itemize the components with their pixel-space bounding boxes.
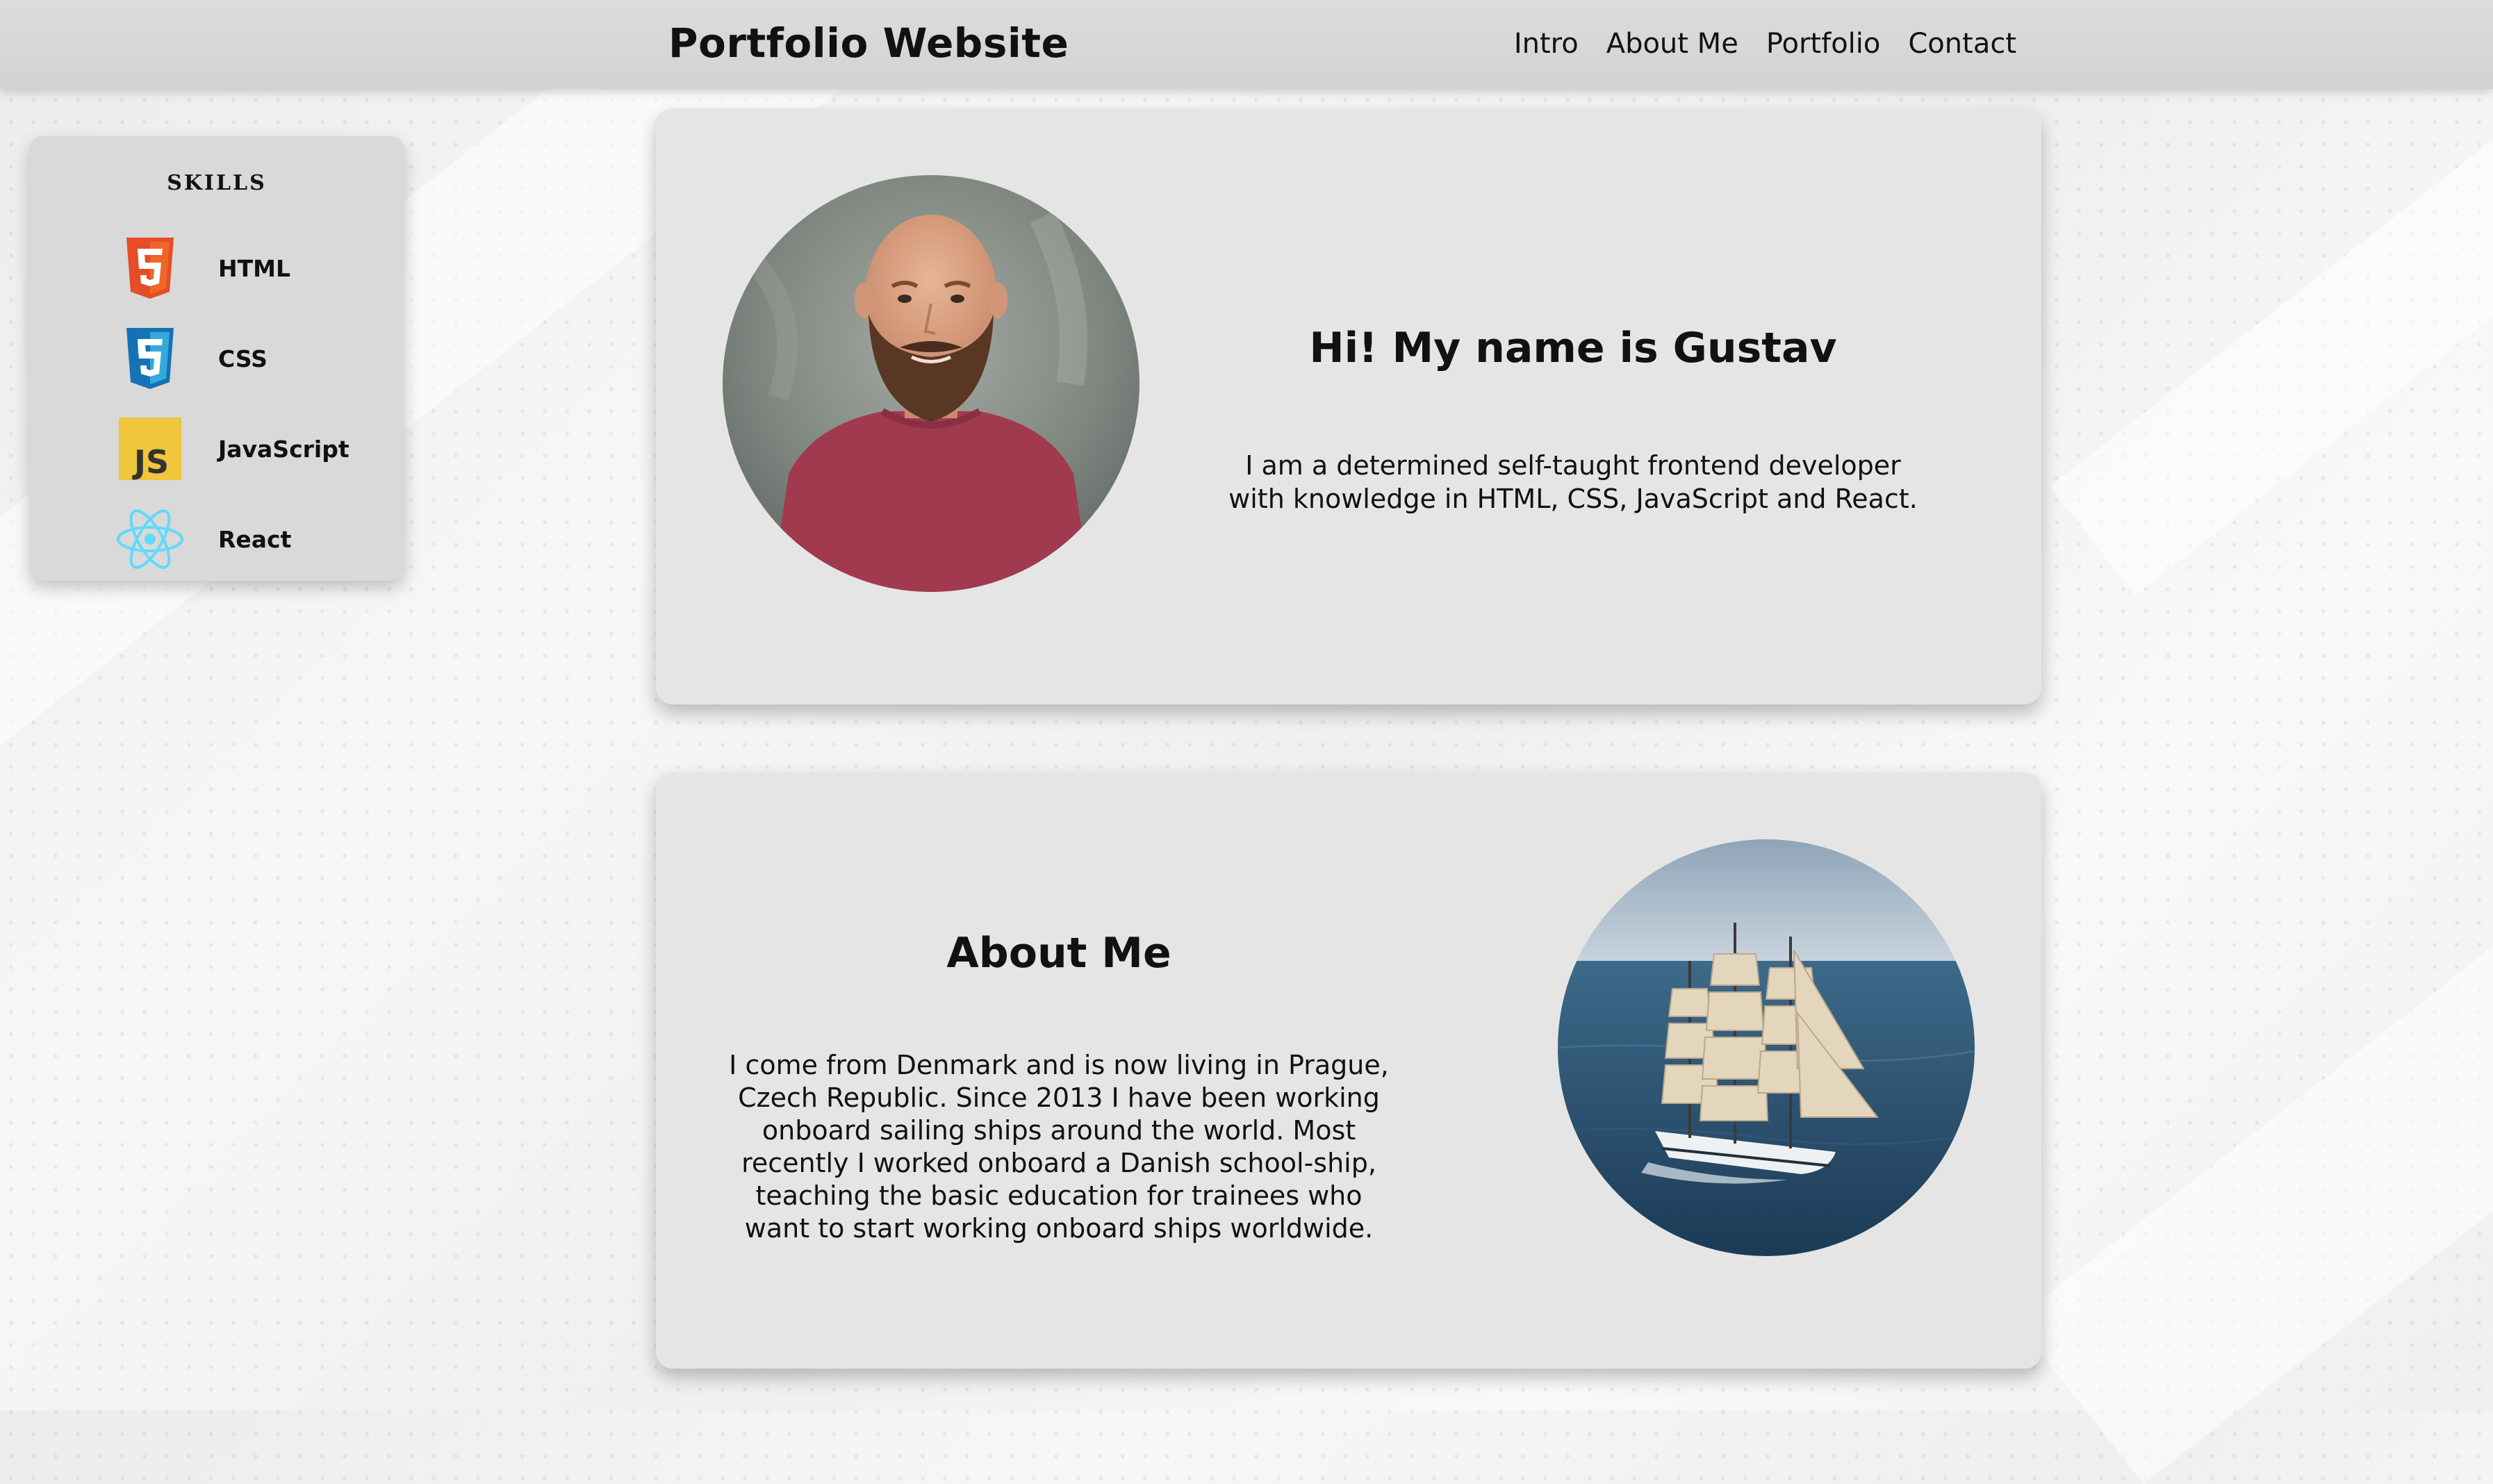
- html5-icon: [115, 233, 185, 303]
- skill-label-html: HTML: [218, 254, 290, 282]
- svg-text:JS: JS: [132, 443, 169, 480]
- skill-item-css: CSS: [115, 324, 268, 393]
- about-text: I come from Denmark and is now living in…: [729, 1050, 1389, 1244]
- skill-label-javascript: JavaScript: [218, 435, 349, 463]
- intro-text: I am a determined self-taught frontend d…: [1228, 450, 1918, 514]
- profile-photo: [723, 175, 1139, 592]
- nav-contact-link[interactable]: Contact: [1908, 28, 2016, 60]
- intro-heading: Hi! My name is Gustav: [1309, 324, 1837, 373]
- background-streak: [2050, 0, 2493, 596]
- skill-item-react: React: [115, 504, 291, 574]
- nav-about-link[interactable]: About Me: [1606, 28, 1738, 60]
- skills-panel: SKILLS HTML CSS JS JavaScript React: [29, 136, 404, 581]
- about-card: About Me I come from Denmark and is now …: [656, 773, 2041, 1369]
- javascript-icon: JS: [115, 414, 185, 484]
- skill-item-javascript: JS JavaScript: [115, 414, 349, 484]
- skill-item-html: HTML: [115, 233, 290, 303]
- site-title: Portfolio Website: [668, 19, 1069, 67]
- nav-portfolio-link[interactable]: Portfolio: [1766, 28, 1881, 60]
- main-nav: Intro About Me Portfolio Contact: [1514, 28, 2016, 60]
- skill-label-react: React: [218, 525, 292, 553]
- top-navbar: Portfolio Website Intro About Me Portfol…: [0, 0, 2493, 89]
- nav-intro-link[interactable]: Intro: [1514, 28, 1579, 60]
- intro-card: Hi! My name is Gustav I am a determined …: [656, 108, 2041, 704]
- background-streak: [2015, 721, 2493, 1484]
- about-heading: About Me: [946, 928, 1171, 978]
- react-icon: [115, 504, 185, 574]
- skills-title: SKILLS: [167, 171, 267, 195]
- css3-icon: [115, 324, 185, 393]
- sailing-ship-photo: [1558, 839, 1975, 1256]
- skill-label-css: CSS: [218, 345, 268, 372]
